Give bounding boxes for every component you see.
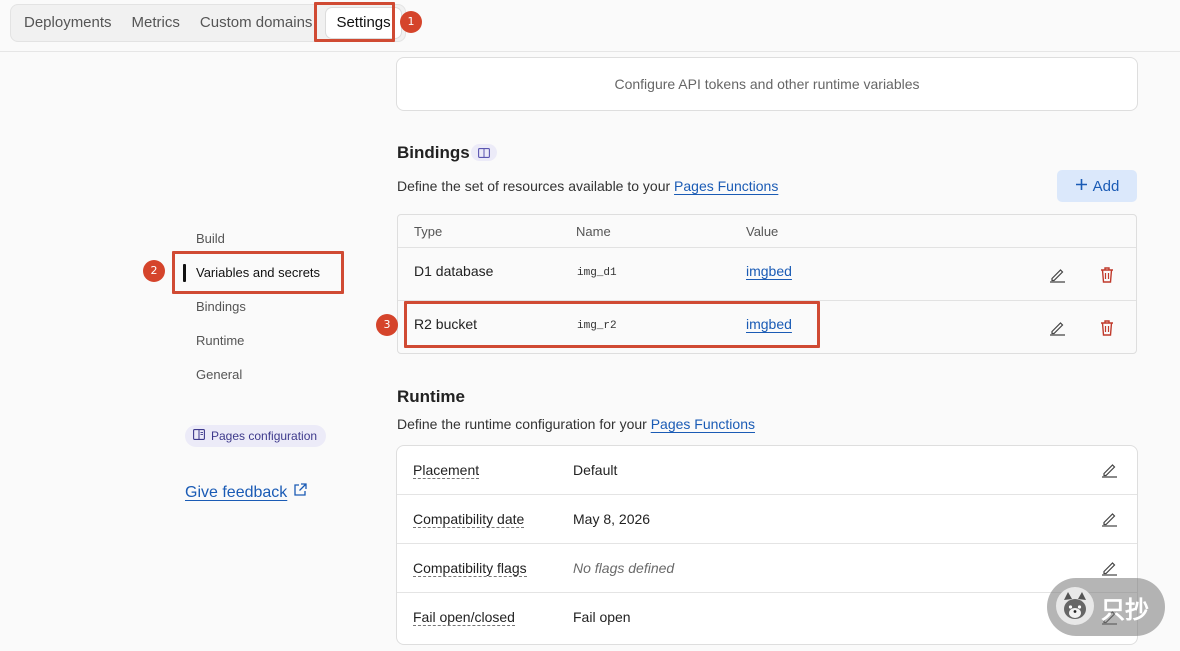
sidebar-item-variables-and-secrets[interactable]: Variables and secrets: [196, 265, 320, 280]
column-header-name: Name: [576, 224, 611, 239]
sidebar-item-bindings[interactable]: Bindings: [196, 299, 246, 314]
add-binding-button[interactable]: Add: [1057, 170, 1137, 202]
column-header-type: Type: [414, 224, 443, 239]
husky-logo-icon: [1055, 586, 1095, 629]
annotation-badge-1: 1: [400, 11, 422, 33]
book-icon: [478, 145, 490, 161]
give-feedback-link[interactable]: Give feedback: [185, 483, 307, 502]
tab-custom-domains[interactable]: Custom domains: [190, 8, 323, 38]
binding-name: img_r2: [577, 320, 617, 332]
runtime-value: Default: [573, 462, 618, 478]
bindings-description: Define the set of resources available to…: [397, 178, 778, 194]
runtime-row-placement: Placement Default: [397, 446, 1137, 495]
binding-type: D1 database: [414, 263, 494, 279]
runtime-value: Fail open: [573, 609, 631, 625]
book-icon: [193, 429, 205, 443]
binding-name: img_d1: [577, 267, 617, 279]
runtime-row-compatibility-date: Compatibility date May 8, 2026: [397, 495, 1137, 544]
give-feedback-label: Give feedback: [185, 483, 288, 501]
plus-icon: [1075, 178, 1088, 195]
watermark-badge: 只抄: [1047, 578, 1165, 636]
tab-metrics[interactable]: Metrics: [122, 8, 190, 38]
runtime-value: No flags defined: [573, 560, 675, 576]
trash-icon[interactable]: [1099, 319, 1115, 339]
trash-icon[interactable]: [1099, 266, 1115, 286]
runtime-row-compatibility-flags: Compatibility flags No flags defined: [397, 544, 1137, 593]
runtime-value: May 8, 2026: [573, 511, 651, 527]
sidebar-item-build[interactable]: Build: [196, 231, 225, 246]
binding-value-link[interactable]: imgbed: [746, 316, 792, 332]
tab-deployments[interactable]: Deployments: [14, 8, 122, 38]
bindings-description-text: Define the set of resources available to…: [397, 178, 675, 194]
add-binding-label: Add: [1092, 177, 1120, 195]
runtime-label: Compatibility flags: [413, 560, 527, 577]
runtime-settings-table: Placement Default Compatibility date May…: [396, 445, 1138, 645]
runtime-title: Runtime: [397, 387, 465, 406]
pencil-icon[interactable]: [1049, 266, 1066, 286]
sidebar-item-general[interactable]: General: [196, 367, 242, 382]
runtime-pages-functions-link[interactable]: Pages Functions: [651, 416, 755, 432]
column-header-value: Value: [746, 224, 779, 239]
table-row: R2 bucket img_r2 imgbed: [398, 301, 1136, 353]
runtime-label: Fail open/closed: [413, 609, 515, 626]
bindings-pages-functions-link[interactable]: Pages Functions: [674, 178, 778, 194]
runtime-label: Placement: [413, 462, 480, 479]
annotation-badge-2: 2: [143, 260, 165, 282]
environment-variables-card: Configure API tokens and other runtime v…: [396, 57, 1138, 111]
project-tabs: Deployments Metrics Custom domains Setti…: [10, 4, 406, 42]
bindings-table-header: Type Name Value: [398, 215, 1136, 248]
bindings-table: Type Name Value D1 database img_d1 imgbe…: [397, 214, 1137, 354]
sidebar-item-runtime[interactable]: Runtime: [196, 333, 244, 348]
pencil-icon[interactable]: [1049, 319, 1066, 339]
binding-value-link[interactable]: imgbed: [746, 263, 792, 279]
table-row: D1 database img_d1 imgbed: [398, 248, 1136, 301]
runtime-description: Define the runtime configuration for you…: [397, 416, 755, 432]
binding-type: R2 bucket: [414, 316, 478, 332]
bindings-docs-chip[interactable]: [471, 144, 497, 161]
environment-variables-description: Configure API tokens and other runtime v…: [614, 76, 920, 92]
pencil-icon[interactable]: [1101, 510, 1118, 530]
runtime-description-text: Define the runtime configuration for you…: [397, 416, 651, 432]
runtime-row-fail-open-closed: Fail open/closed Fail open: [397, 593, 1137, 642]
runtime-label: Compatibility date: [413, 511, 525, 528]
pencil-icon[interactable]: [1101, 461, 1118, 481]
pencil-icon[interactable]: [1101, 559, 1118, 579]
pages-configuration-label: Pages configuration: [211, 429, 318, 443]
watermark-text: 只抄: [1101, 595, 1149, 624]
sidebar-active-indicator: [183, 264, 186, 282]
bindings-title: Bindings: [397, 143, 470, 162]
tab-settings[interactable]: Settings: [326, 8, 401, 38]
top-tab-bar: Deployments Metrics Custom domains Setti…: [0, 0, 1180, 52]
external-link-icon: [293, 483, 307, 502]
annotation-badge-3: 3: [376, 314, 398, 336]
pages-configuration-link[interactable]: Pages configuration: [185, 425, 327, 447]
